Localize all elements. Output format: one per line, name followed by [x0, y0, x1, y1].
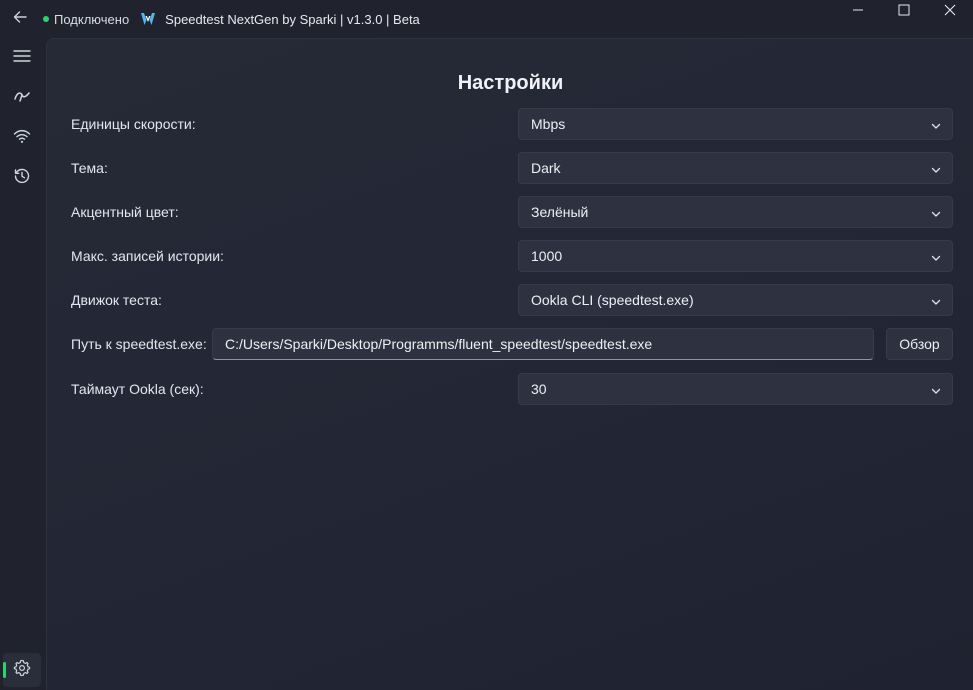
nav-item-history[interactable] — [3, 161, 41, 195]
status-dot-icon — [43, 16, 49, 22]
max-history-label: Макс. записей истории: — [71, 248, 224, 264]
app-window: Подключено Speedtest NextGen by Sparki |… — [0, 0, 973, 690]
ookla-timeout-dropdown[interactable]: 30 — [518, 373, 953, 405]
navigation-sidebar — [0, 38, 46, 690]
test-engine-value: Ookla CLI (speedtest.exe) — [531, 292, 694, 308]
test-engine-dropdown[interactable]: Ookla CLI (speedtest.exe) — [518, 284, 953, 316]
app-logo-icon — [140, 11, 156, 27]
settings-page: Настройки Единицы скорости: Mbps Тема: D… — [46, 38, 973, 690]
setting-max-history: Макс. записей истории: 1000 — [47, 240, 973, 272]
page-title: Настройки — [457, 72, 564, 94]
speedometer-icon — [13, 88, 31, 109]
setting-theme: Тема: Dark — [47, 152, 973, 184]
close-button[interactable] — [927, 0, 973, 24]
arrow-left-icon — [12, 9, 28, 30]
settings-gear-icon — [13, 659, 31, 682]
setting-test-engine: Движок теста: Ookla CLI (speedtest.exe) — [47, 284, 973, 316]
app-title: Speedtest NextGen by Sparki | v1.3.0 | B… — [165, 11, 420, 27]
chevron-down-icon — [930, 207, 942, 219]
accent-color-label: Акцентный цвет: — [71, 204, 179, 220]
minimize-button[interactable] — [835, 0, 881, 24]
speed-units-label: Единицы скорости: — [71, 116, 196, 132]
setting-ookla-timeout: Таймаут Ookla (сек): 30 — [47, 373, 973, 405]
speed-units-value: Mbps — [531, 116, 566, 132]
nav-item-speedtest[interactable] — [3, 81, 41, 115]
maximize-icon — [898, 3, 910, 21]
history-icon — [13, 167, 31, 190]
back-button[interactable] — [0, 0, 40, 38]
chevron-down-icon — [930, 384, 942, 396]
max-history-value: 1000 — [531, 248, 563, 264]
setting-accent-color: Акцентный цвет: Зелёный — [47, 196, 973, 228]
browse-button[interactable]: Обзор — [886, 328, 953, 360]
ookla-timeout-value: 30 — [531, 381, 547, 397]
max-history-dropdown[interactable]: 1000 — [518, 240, 953, 272]
theme-dropdown[interactable]: Dark — [518, 152, 953, 184]
nav-menu-toggle[interactable] — [3, 41, 41, 75]
accent-color-dropdown[interactable]: Зелёный — [518, 196, 953, 228]
window-controls — [835, 0, 973, 24]
active-indicator — [3, 662, 6, 678]
chevron-down-icon — [930, 119, 942, 131]
nav-item-network[interactable] — [3, 121, 41, 155]
title-bar: Подключено Speedtest NextGen by Sparki |… — [0, 0, 973, 38]
test-engine-label: Движок теста: — [71, 292, 162, 308]
theme-value: Dark — [531, 160, 561, 176]
chevron-down-icon — [930, 251, 942, 263]
setting-speedtest-path: Путь к speedtest.exe: C:/Users/Sparki/De… — [47, 328, 973, 360]
speedtest-path-label: Путь к speedtest.exe: — [71, 336, 207, 352]
nav-item-settings[interactable] — [3, 653, 41, 687]
ookla-timeout-label: Таймаут Ookla (сек): — [71, 381, 204, 397]
wifi-icon — [13, 128, 31, 149]
setting-speed-units: Единицы скорости: Mbps — [47, 108, 973, 140]
maximize-button[interactable] — [881, 0, 927, 24]
speedtest-path-input[interactable]: C:/Users/Sparki/Desktop/Programms/fluent… — [212, 328, 874, 360]
minimize-icon — [852, 3, 864, 21]
hamburger-menu-icon — [13, 48, 31, 69]
speed-units-dropdown[interactable]: Mbps — [518, 108, 953, 140]
chevron-down-icon — [930, 295, 942, 307]
connection-status: Подключено — [43, 12, 129, 27]
connection-status-text: Подключено — [54, 11, 130, 27]
chevron-down-icon — [930, 163, 942, 175]
theme-label: Тема: — [71, 160, 108, 176]
accent-color-value: Зелёный — [531, 204, 589, 220]
close-icon — [944, 3, 956, 21]
